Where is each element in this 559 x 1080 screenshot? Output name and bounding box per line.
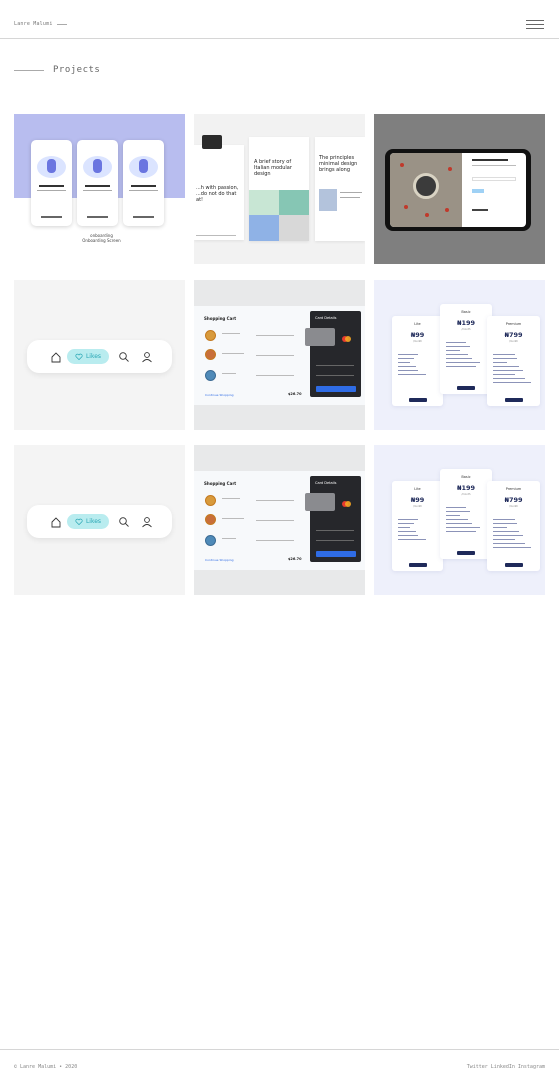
project-tile-pricing[interactable]: Lite ₦99 /month Basic ₦199 /month Premiu… <box>374 445 545 595</box>
likes-tab: Likes <box>67 349 109 364</box>
tablet-photo <box>390 153 462 227</box>
home-icon <box>51 352 61 363</box>
hamburger-icon[interactable] <box>526 20 544 21</box>
plan-card-lite: Lite ₦99 /month <box>392 316 443 406</box>
home-icon <box>51 517 61 528</box>
credit-card-image <box>305 493 335 511</box>
search-icon <box>119 352 129 362</box>
user-icon <box>142 352 152 363</box>
user-icon <box>142 517 152 528</box>
heart-icon <box>75 353 83 360</box>
section-title: Projects <box>53 65 101 75</box>
heading-divider <box>14 69 44 71</box>
phone-mockup <box>77 140 118 226</box>
product-thumb <box>205 495 216 506</box>
section-heading: Projects <box>14 65 100 75</box>
likes-label: Likes <box>85 518 102 525</box>
continue-shopping-link: Continue Shopping <box>205 393 234 397</box>
compass-image <box>413 173 439 199</box>
checkout-button <box>316 386 356 392</box>
site-footer: © Lanre Malumi • 2020 Twitter LinkedIn I… <box>0 1049 559 1080</box>
tile-caption: onboarding Onboarding Screen <box>82 233 121 243</box>
blog-card: ...h with passion, ...do not do that at! <box>194 135 244 240</box>
search-icon <box>119 517 129 527</box>
project-tile-likes-nav[interactable]: Likes <box>14 445 185 595</box>
likes-label: Likes <box>85 353 102 360</box>
cart-title: Shopping Cart <box>204 316 237 321</box>
plan-card-basic: Basic ₦199 /month <box>440 304 492 394</box>
credit-card-image <box>305 328 335 346</box>
brand-name[interactable]: Lanre Malumi <box>14 21 53 27</box>
bottom-navbar: Likes <box>27 505 172 538</box>
card-details-panel: Card Details <box>310 476 361 562</box>
site-header: Lanre Malumi <box>0 0 559 39</box>
checkout-button <box>316 551 356 557</box>
cart-total: $26.70 <box>288 392 302 396</box>
blog-card: The principles minimal design brings alo… <box>315 137 365 241</box>
project-tile-shopping-cart[interactable]: Shopping Cart Continue Shopping $26.70 C… <box>194 280 365 430</box>
project-tile-compass[interactable] <box>374 114 545 264</box>
cart-total: $26.70 <box>288 557 302 561</box>
menu-button[interactable] <box>526 19 544 29</box>
project-tile-shopping-cart[interactable]: Shopping Cart Continue Shopping $26.70 C… <box>194 445 365 595</box>
project-tile-pricing[interactable]: Lite ₦99 /month Basic ₦199 /month Premiu… <box>374 280 545 430</box>
copyright: © Lanre Malumi • 2020 <box>14 1064 78 1070</box>
project-tile-blog[interactable]: ...h with passion, ...do not do that at!… <box>194 114 365 264</box>
phone-mockup <box>31 140 72 226</box>
product-thumb <box>205 370 216 381</box>
project-tile-onboarding[interactable]: onboarding Onboarding Screen <box>14 114 185 264</box>
plan-card-premium: Premium ₦799 /month <box>487 316 540 406</box>
social-links[interactable]: Twitter LinkedIn Instagram <box>467 1064 545 1070</box>
phone-mockup <box>123 140 164 226</box>
blog-card: A brief story of Italian modular design <box>249 137 309 241</box>
plan-card-premium: Premium ₦799 /month <box>487 481 540 571</box>
cart-title: Shopping Cart <box>204 481 237 486</box>
likes-tab: Likes <box>67 514 109 529</box>
brand[interactable]: Lanre Malumi <box>14 21 67 27</box>
project-tile-likes-nav[interactable]: Likes <box>14 280 185 430</box>
plan-card-lite: Lite ₦99 /month <box>392 481 443 571</box>
heart-icon <box>75 518 83 525</box>
product-thumb <box>205 535 216 546</box>
tablet-mockup <box>385 149 531 231</box>
product-thumb <box>205 349 216 360</box>
bottom-navbar: Likes <box>27 340 172 373</box>
continue-shopping-link: Continue Shopping <box>205 558 234 562</box>
brand-divider <box>56 23 67 25</box>
card-details-panel: Card Details <box>310 311 361 397</box>
plan-card-basic: Basic ₦199 /month <box>440 469 492 559</box>
product-thumb <box>205 514 216 525</box>
product-thumb <box>205 330 216 341</box>
